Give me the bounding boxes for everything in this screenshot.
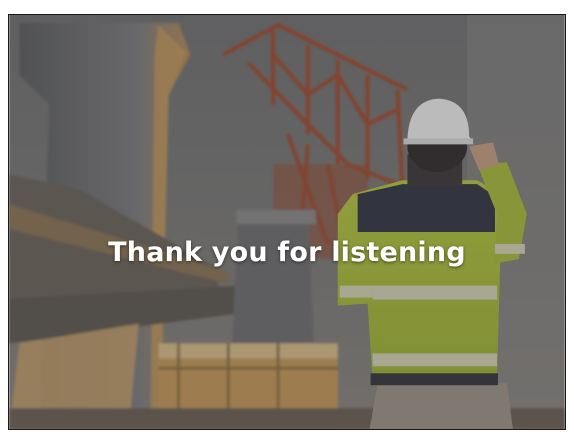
slide-title: Thank you for listening	[108, 237, 466, 268]
construction-site-background	[9, 15, 565, 429]
slide-frame: Thank you for listening	[8, 14, 566, 430]
